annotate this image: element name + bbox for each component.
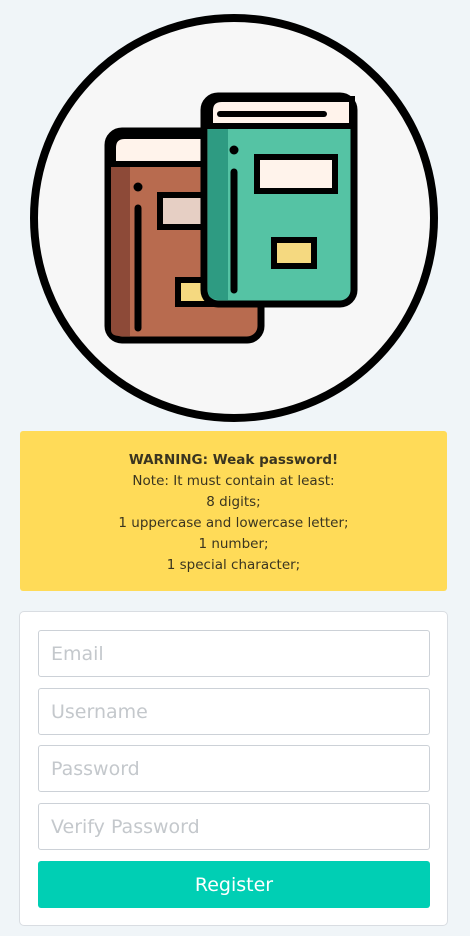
warning-line: 1 special character; [166, 557, 301, 573]
register-button[interactable]: Register [38, 861, 430, 908]
password-field[interactable] [38, 745, 430, 792]
verify-password-field[interactable] [38, 803, 430, 850]
username-field[interactable] [38, 688, 430, 735]
logo [30, 14, 438, 422]
password-warning: WARNING: Weak password! Note: It must co… [20, 431, 447, 591]
warning-title: WARNING: Weak password! [128, 452, 339, 468]
warning-line: 8 digits; [206, 494, 261, 510]
warning-line: 1 uppercase and lowercase letter; [118, 515, 349, 531]
books-icon [30, 14, 438, 422]
warning-line: 1 number; [198, 536, 269, 552]
front-book [200, 92, 358, 308]
register-form: Register [19, 611, 448, 926]
warning-line: Note: It must contain at least: [132, 473, 335, 489]
email-field[interactable] [38, 630, 430, 677]
